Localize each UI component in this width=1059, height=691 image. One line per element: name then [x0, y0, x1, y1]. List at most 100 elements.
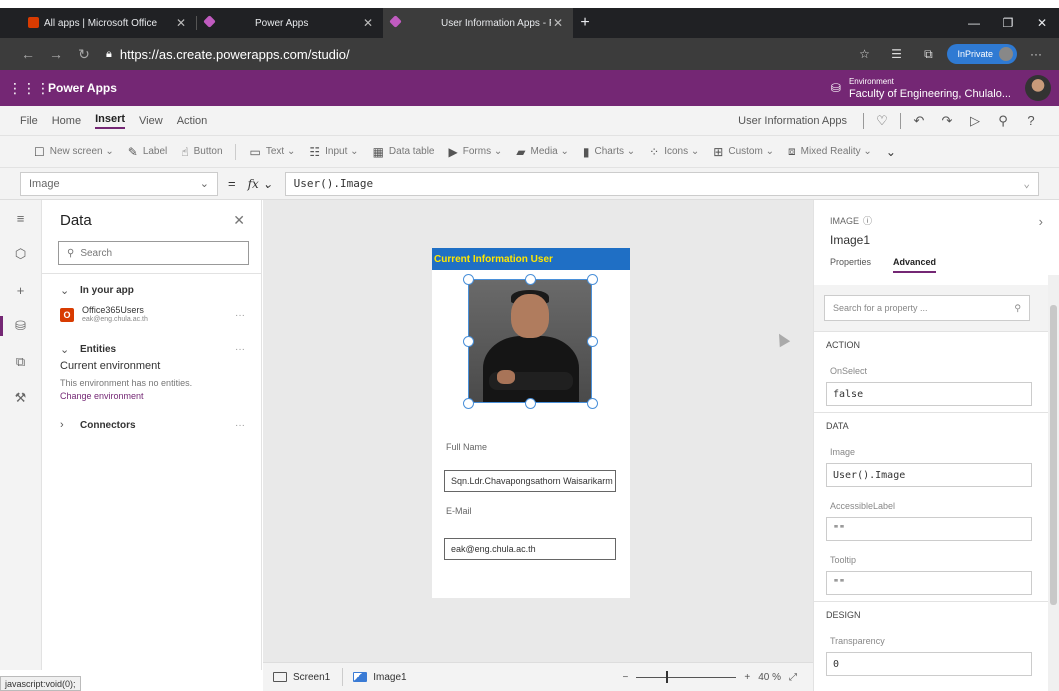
collections-icon[interactable]: ⧉ [915, 47, 941, 62]
insert-plus-icon[interactable]: + [0, 272, 41, 308]
button-button[interactable]: ☝ Button [181, 145, 222, 159]
image-control[interactable] [468, 279, 592, 403]
new-screen-button[interactable]: ☐ New screen ⌄ [34, 145, 114, 159]
menu-home[interactable]: Home [52, 115, 81, 127]
environment-picker[interactable]: ⛁ Environment Faculty of Engineering, Ch… [831, 76, 1011, 100]
menu-insert[interactable]: Insert [95, 113, 126, 129]
media-dropdown[interactable]: ▰ Media ⌄ [516, 145, 569, 159]
accessible-label-input[interactable]: "" [826, 517, 1032, 541]
app-title[interactable]: Power Apps [48, 81, 117, 95]
menu-action[interactable]: Action [177, 115, 208, 127]
data-source-office365users[interactable]: O Office365Users eak@eng.chula.ac.th ··· [42, 297, 261, 325]
design-canvas[interactable]: Current Information User Full Name Sqn.L… [263, 200, 813, 662]
data-source-account: eak@eng.chula.ac.th [82, 316, 148, 323]
text-dropdown[interactable]: ▭ Text ⌄ [250, 145, 296, 159]
maximize-icon[interactable]: ❐ [991, 8, 1025, 38]
resize-handle[interactable] [463, 274, 474, 285]
label-button[interactable]: ✎ Label [128, 145, 168, 159]
in-your-app-section[interactable]: ⌄ In your app [42, 274, 261, 297]
custom-dropdown[interactable]: ⊞ Custom ⌄ [713, 145, 774, 159]
data-search-input[interactable]: ⚲ Search [58, 241, 249, 265]
app-screen[interactable]: Current Information User Full Name Sqn.L… [432, 248, 630, 598]
media-icon[interactable]: ⧉ [0, 344, 41, 380]
screen-header-label[interactable]: Current Information User [432, 248, 630, 270]
resize-handle[interactable] [587, 274, 598, 285]
tab-advanced[interactable]: Advanced [893, 257, 937, 273]
minimize-icon[interactable]: — [957, 8, 991, 38]
app-launcher-icon[interactable]: ⋮⋮⋮ [8, 80, 50, 97]
resize-handle[interactable] [587, 398, 598, 409]
favorites-list-icon[interactable]: ☰ [883, 47, 909, 61]
help-icon[interactable]: ? [1017, 113, 1045, 128]
close-window-icon[interactable]: ✕ [1025, 8, 1059, 38]
resize-handle[interactable] [525, 274, 536, 285]
preview-play-icon[interactable]: ▷ [961, 113, 989, 129]
fx-icon[interactable]: fx ⌄ [248, 177, 273, 191]
onselect-input[interactable]: false [826, 382, 1032, 406]
browser-tab-office[interactable]: All apps | Microsoft Office ✕ [0, 8, 196, 38]
close-icon[interactable]: ✕ [551, 16, 565, 30]
input-dropdown[interactable]: ☷ Input ⌄ [309, 145, 358, 159]
url-field[interactable]: 🔒︎ https://as.create.powerapps.com/studi… [106, 47, 350, 62]
tree-view-icon[interactable]: ⬡ [0, 236, 41, 272]
chevron-right-icon[interactable]: › [1039, 214, 1043, 229]
breadcrumb-screen[interactable]: Screen1 [273, 672, 330, 683]
zoom-slider[interactable] [636, 670, 737, 683]
close-icon[interactable]: ✕ [174, 16, 188, 30]
menu-file[interactable]: File [20, 115, 38, 127]
share-user-icon[interactable]: ⚲ [989, 113, 1017, 129]
refresh-icon[interactable]: ↻ [70, 46, 98, 63]
more-icon[interactable]: ··· [235, 310, 245, 321]
zoom-in-icon[interactable]: + [744, 672, 750, 683]
icons-dropdown[interactable]: ⁘ Icons ⌄ [649, 145, 699, 159]
forms-dropdown[interactable]: ▶ Forms ⌄ [449, 145, 503, 159]
more-icon[interactable]: ··· [1023, 47, 1049, 61]
charts-dropdown[interactable]: ▮ Charts ⌄ [583, 145, 635, 159]
email-field[interactable]: eak@eng.chula.ac.th [444, 538, 616, 560]
image-input[interactable]: User().Image [826, 463, 1032, 487]
property-dropdown[interactable]: Image ⌄ [20, 171, 218, 196]
undo-icon[interactable]: ↶ [905, 113, 933, 129]
browser-tab-powerapps[interactable]: Power Apps ✕ [197, 8, 383, 38]
resize-handle[interactable] [525, 398, 536, 409]
tooltip-input[interactable]: "" [826, 571, 1032, 595]
formula-input[interactable]: User().Image ⌄ [284, 171, 1039, 196]
zoom-out-icon[interactable]: − [623, 672, 629, 683]
properties-scrollbar[interactable] [1048, 275, 1059, 691]
forward-icon[interactable]: → [42, 46, 70, 62]
resize-handle[interactable] [463, 398, 474, 409]
menu-view[interactable]: View [139, 115, 163, 127]
control-name[interactable]: Image1 [830, 233, 1043, 247]
advanced-tools-icon[interactable]: ⚒ [0, 380, 41, 416]
help-circle-icon[interactable]: ⓘ [863, 214, 872, 227]
more-icon[interactable]: ··· [235, 344, 245, 355]
data-icon[interactable]: ⛁ [0, 308, 41, 344]
redo-icon[interactable]: ↷ [933, 113, 961, 129]
connectors-section[interactable]: › Connectors ··· [42, 401, 261, 431]
fit-to-window-icon[interactable]: ⤢ [789, 672, 797, 683]
change-environment-link[interactable]: Change environment [42, 388, 261, 401]
menu-toggle-icon[interactable]: ≡ [0, 200, 41, 236]
close-icon[interactable]: ✕ [233, 212, 245, 229]
inprivate-badge[interactable]: InPrivate [947, 44, 1017, 64]
property-search-input[interactable]: Search for a property ... ⚲ [824, 295, 1030, 321]
more-icon[interactable]: ··· [235, 420, 245, 431]
user-avatar[interactable] [1025, 75, 1051, 101]
new-tab-button[interactable]: + [573, 8, 597, 38]
transparency-input[interactable]: 0 [826, 652, 1032, 676]
browser-tab-user-info[interactable]: User Information Apps - Power / ✕ [383, 8, 573, 38]
properties-tabs: Properties Advanced [830, 257, 1043, 273]
app-checker-icon[interactable]: ♡ [868, 113, 896, 129]
breadcrumb-image[interactable]: Image1 [353, 672, 407, 683]
close-icon[interactable]: ✕ [361, 16, 375, 30]
tab-properties[interactable]: Properties [830, 257, 871, 273]
resize-handle[interactable] [587, 336, 598, 347]
full-name-field[interactable]: Sqn.Ldr.Chavapongsathorn Waisarikarm [444, 470, 616, 492]
back-icon[interactable]: ← [14, 46, 42, 62]
favorite-star-icon[interactable]: ☆ [851, 47, 877, 61]
data-table-button[interactable]: ▦ Data table [373, 145, 435, 159]
ribbon-expand-icon[interactable]: ⌄ [886, 145, 896, 159]
mixed-reality-dropdown[interactable]: ⧈ Mixed Reality ⌄ [788, 144, 872, 159]
resize-handle[interactable] [463, 336, 474, 347]
entities-section[interactable]: ⌄ Entities ··· [42, 325, 261, 356]
